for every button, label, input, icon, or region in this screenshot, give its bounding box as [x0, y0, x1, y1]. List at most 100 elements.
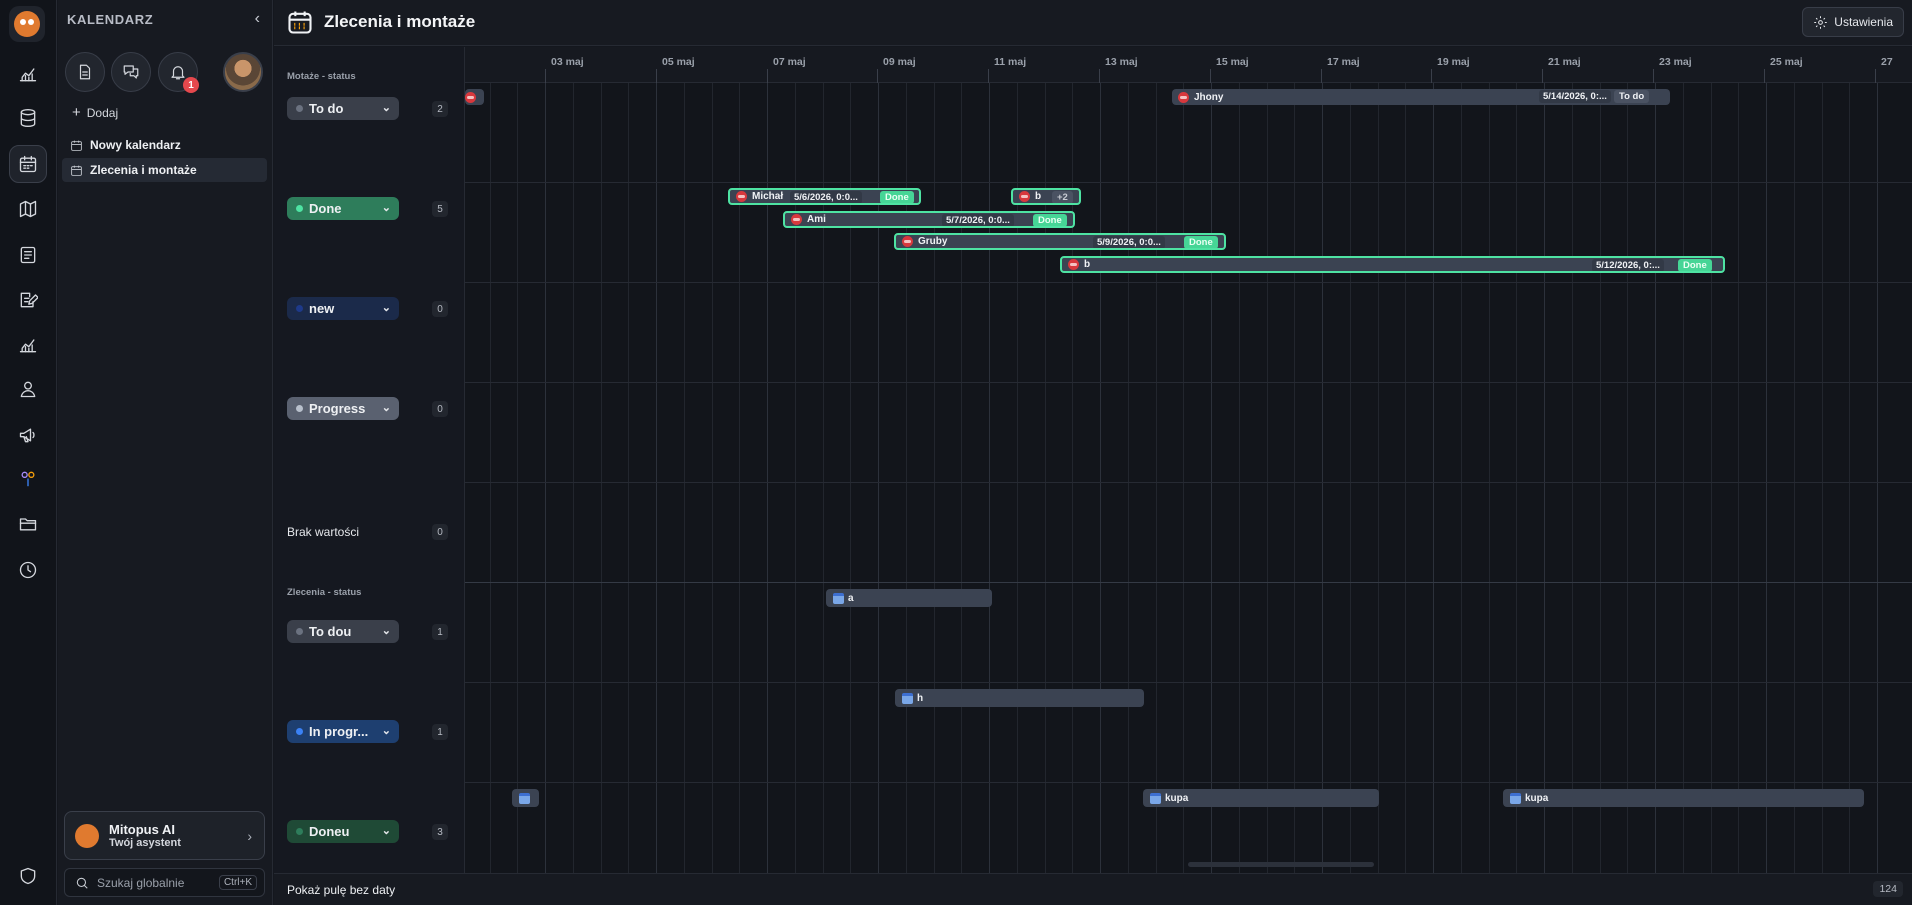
event-more: +2	[1052, 191, 1073, 203]
date-tick	[1542, 69, 1543, 83]
collapse-icon[interactable]: ‹	[255, 10, 260, 28]
calendar-icon	[286, 8, 314, 41]
notifications-button[interactable]: 1	[158, 52, 199, 93]
day-gridline	[1156, 83, 1157, 873]
status-dot	[296, 628, 303, 635]
event-title: a	[848, 592, 854, 604]
edit-icon[interactable]	[9, 281, 47, 319]
event-bar-jhony[interactable]: Jhony 5/14/2026, 0:... To do	[1172, 89, 1670, 105]
folder-icon[interactable]	[9, 505, 47, 543]
settings-button[interactable]: Ustawienia	[1802, 7, 1904, 37]
avatar[interactable]	[223, 52, 263, 92]
event-bar-ami[interactable]: Ami 5/7/2026, 0:0... Done	[783, 211, 1075, 228]
day-gridline	[1683, 83, 1684, 873]
date-label: 03 maj	[551, 56, 584, 68]
event-bar-kupa[interactable]: kupa	[1503, 789, 1864, 807]
row-count: 5	[432, 201, 448, 217]
event-title: kupa	[1165, 792, 1189, 804]
add-calendar-button[interactable]: + Dodaj	[72, 104, 118, 121]
status-pill-new[interactable]: new ⌄	[287, 297, 399, 320]
ai-title: Mitopus AI	[109, 822, 175, 837]
status-dot	[296, 205, 303, 212]
date-tick	[1653, 69, 1654, 83]
status-label: To dou	[309, 624, 352, 639]
chat-icon	[123, 65, 139, 79]
day-gridline	[961, 83, 962, 873]
ai-subtitle: Twój asystent	[109, 837, 181, 849]
chevron-down-icon: ⌄	[381, 102, 391, 114]
settings-label: Ustawienia	[1834, 15, 1893, 29]
add-label: Dodaj	[86, 105, 119, 120]
status-dot	[296, 828, 303, 835]
event-bar-b-small[interactable]: b +2	[1011, 188, 1081, 205]
day-gridline	[1516, 83, 1517, 873]
day-gridline	[1655, 83, 1656, 873]
event-bar-h[interactable]: h	[895, 689, 1144, 707]
list-icon[interactable]	[9, 236, 47, 274]
shield-icon[interactable]	[9, 857, 47, 895]
status-label: new	[309, 301, 335, 316]
day-gridline	[1128, 83, 1129, 873]
event-icon	[465, 91, 476, 103]
chevron-right-icon: ›	[247, 828, 252, 844]
show-undated-pool-button[interactable]: Pokaż pulę bez daty	[287, 883, 395, 897]
day-gridline	[1489, 83, 1490, 873]
calendar-item-zlecenia[interactable]: Zlecenia i montaże	[62, 158, 267, 182]
timeline[interactable]: 03 maj 05 maj 07 maj 09 maj 11 maj 13 maj 15 m…	[465, 47, 1912, 873]
document-button[interactable]	[65, 52, 105, 92]
event-bar-empty[interactable]	[512, 789, 539, 807]
status-pill-todou[interactable]: To dou ⌄	[287, 620, 399, 643]
day-gridline	[1183, 83, 1184, 873]
logo-icon[interactable]	[9, 6, 45, 42]
database-icon[interactable]	[9, 99, 47, 137]
integration-icon[interactable]	[9, 460, 47, 498]
day-gridline	[601, 83, 602, 873]
date-label: 07 maj	[773, 56, 806, 68]
status-pill-progress[interactable]: Progress ⌄	[287, 397, 399, 420]
event-bar[interactable]	[465, 89, 484, 105]
day-gridline	[1350, 83, 1351, 873]
day-gridline	[1711, 83, 1712, 873]
status-dot	[296, 105, 303, 112]
event-title: kupa	[1525, 792, 1549, 804]
event-bar-a[interactable]: a	[826, 589, 992, 607]
event-bar-gruby[interactable]: Gruby 5/9/2026, 0:0... Done	[894, 233, 1226, 250]
row-divider	[465, 182, 1912, 183]
ai-assistant-button[interactable]: Mitopus AI Twój asystent ›	[64, 811, 265, 860]
group-title: Motaże - status	[287, 71, 356, 82]
status-pill-todo[interactable]: To do ⌄	[287, 97, 399, 120]
event-bar-kupa[interactable]: kupa	[1143, 789, 1379, 807]
global-search-input[interactable]: Szukaj globalnie Ctrl+K	[64, 868, 265, 897]
day-gridline	[1627, 83, 1628, 873]
date-label: 09 maj	[883, 56, 916, 68]
date-tick	[1764, 69, 1765, 83]
calendar-item-nowy[interactable]: Nowy kalendarz	[62, 133, 267, 157]
megaphone-icon[interactable]	[9, 416, 47, 454]
user-icon[interactable]	[9, 370, 47, 408]
chat-button[interactable]	[111, 52, 151, 92]
chevron-down-icon: ⌄	[381, 725, 391, 737]
map-icon[interactable]	[9, 190, 47, 228]
row-divider	[465, 382, 1912, 383]
chevron-down-icon: ⌄	[381, 202, 391, 214]
calendar-event-icon	[1510, 792, 1521, 804]
timeline-grid: Motaże - status To do ⌄ 2 Done ⌄ 5 new ⌄…	[274, 47, 1912, 873]
event-bar-michal[interactable]: Michał 5/6/2026, 0:0... Done	[728, 188, 921, 205]
status-pill-doneu[interactable]: Doneu ⌄	[287, 820, 399, 843]
notification-badge: 1	[183, 77, 199, 93]
event-bar-b-long[interactable]: b 5/12/2026, 0:... Done	[1060, 256, 1725, 273]
clock-icon[interactable]	[9, 551, 47, 589]
chart-icon[interactable]	[9, 55, 47, 93]
row-count: 3	[432, 824, 448, 840]
footer: Pokaż pulę bez daty 124	[274, 873, 1912, 905]
date-label: 17 maj	[1327, 56, 1360, 68]
date-label: 27	[1881, 56, 1893, 68]
event-icon	[1178, 91, 1189, 103]
horizontal-scrollbar[interactable]	[1188, 862, 1374, 867]
date-label: 05 maj	[662, 56, 695, 68]
status-pill-inprogress[interactable]: In progr... ⌄	[287, 720, 399, 743]
event-icon	[902, 236, 913, 247]
analytics-icon[interactable]	[9, 326, 47, 364]
status-pill-done[interactable]: Done ⌄	[287, 197, 399, 220]
calendar-icon[interactable]	[9, 145, 47, 183]
